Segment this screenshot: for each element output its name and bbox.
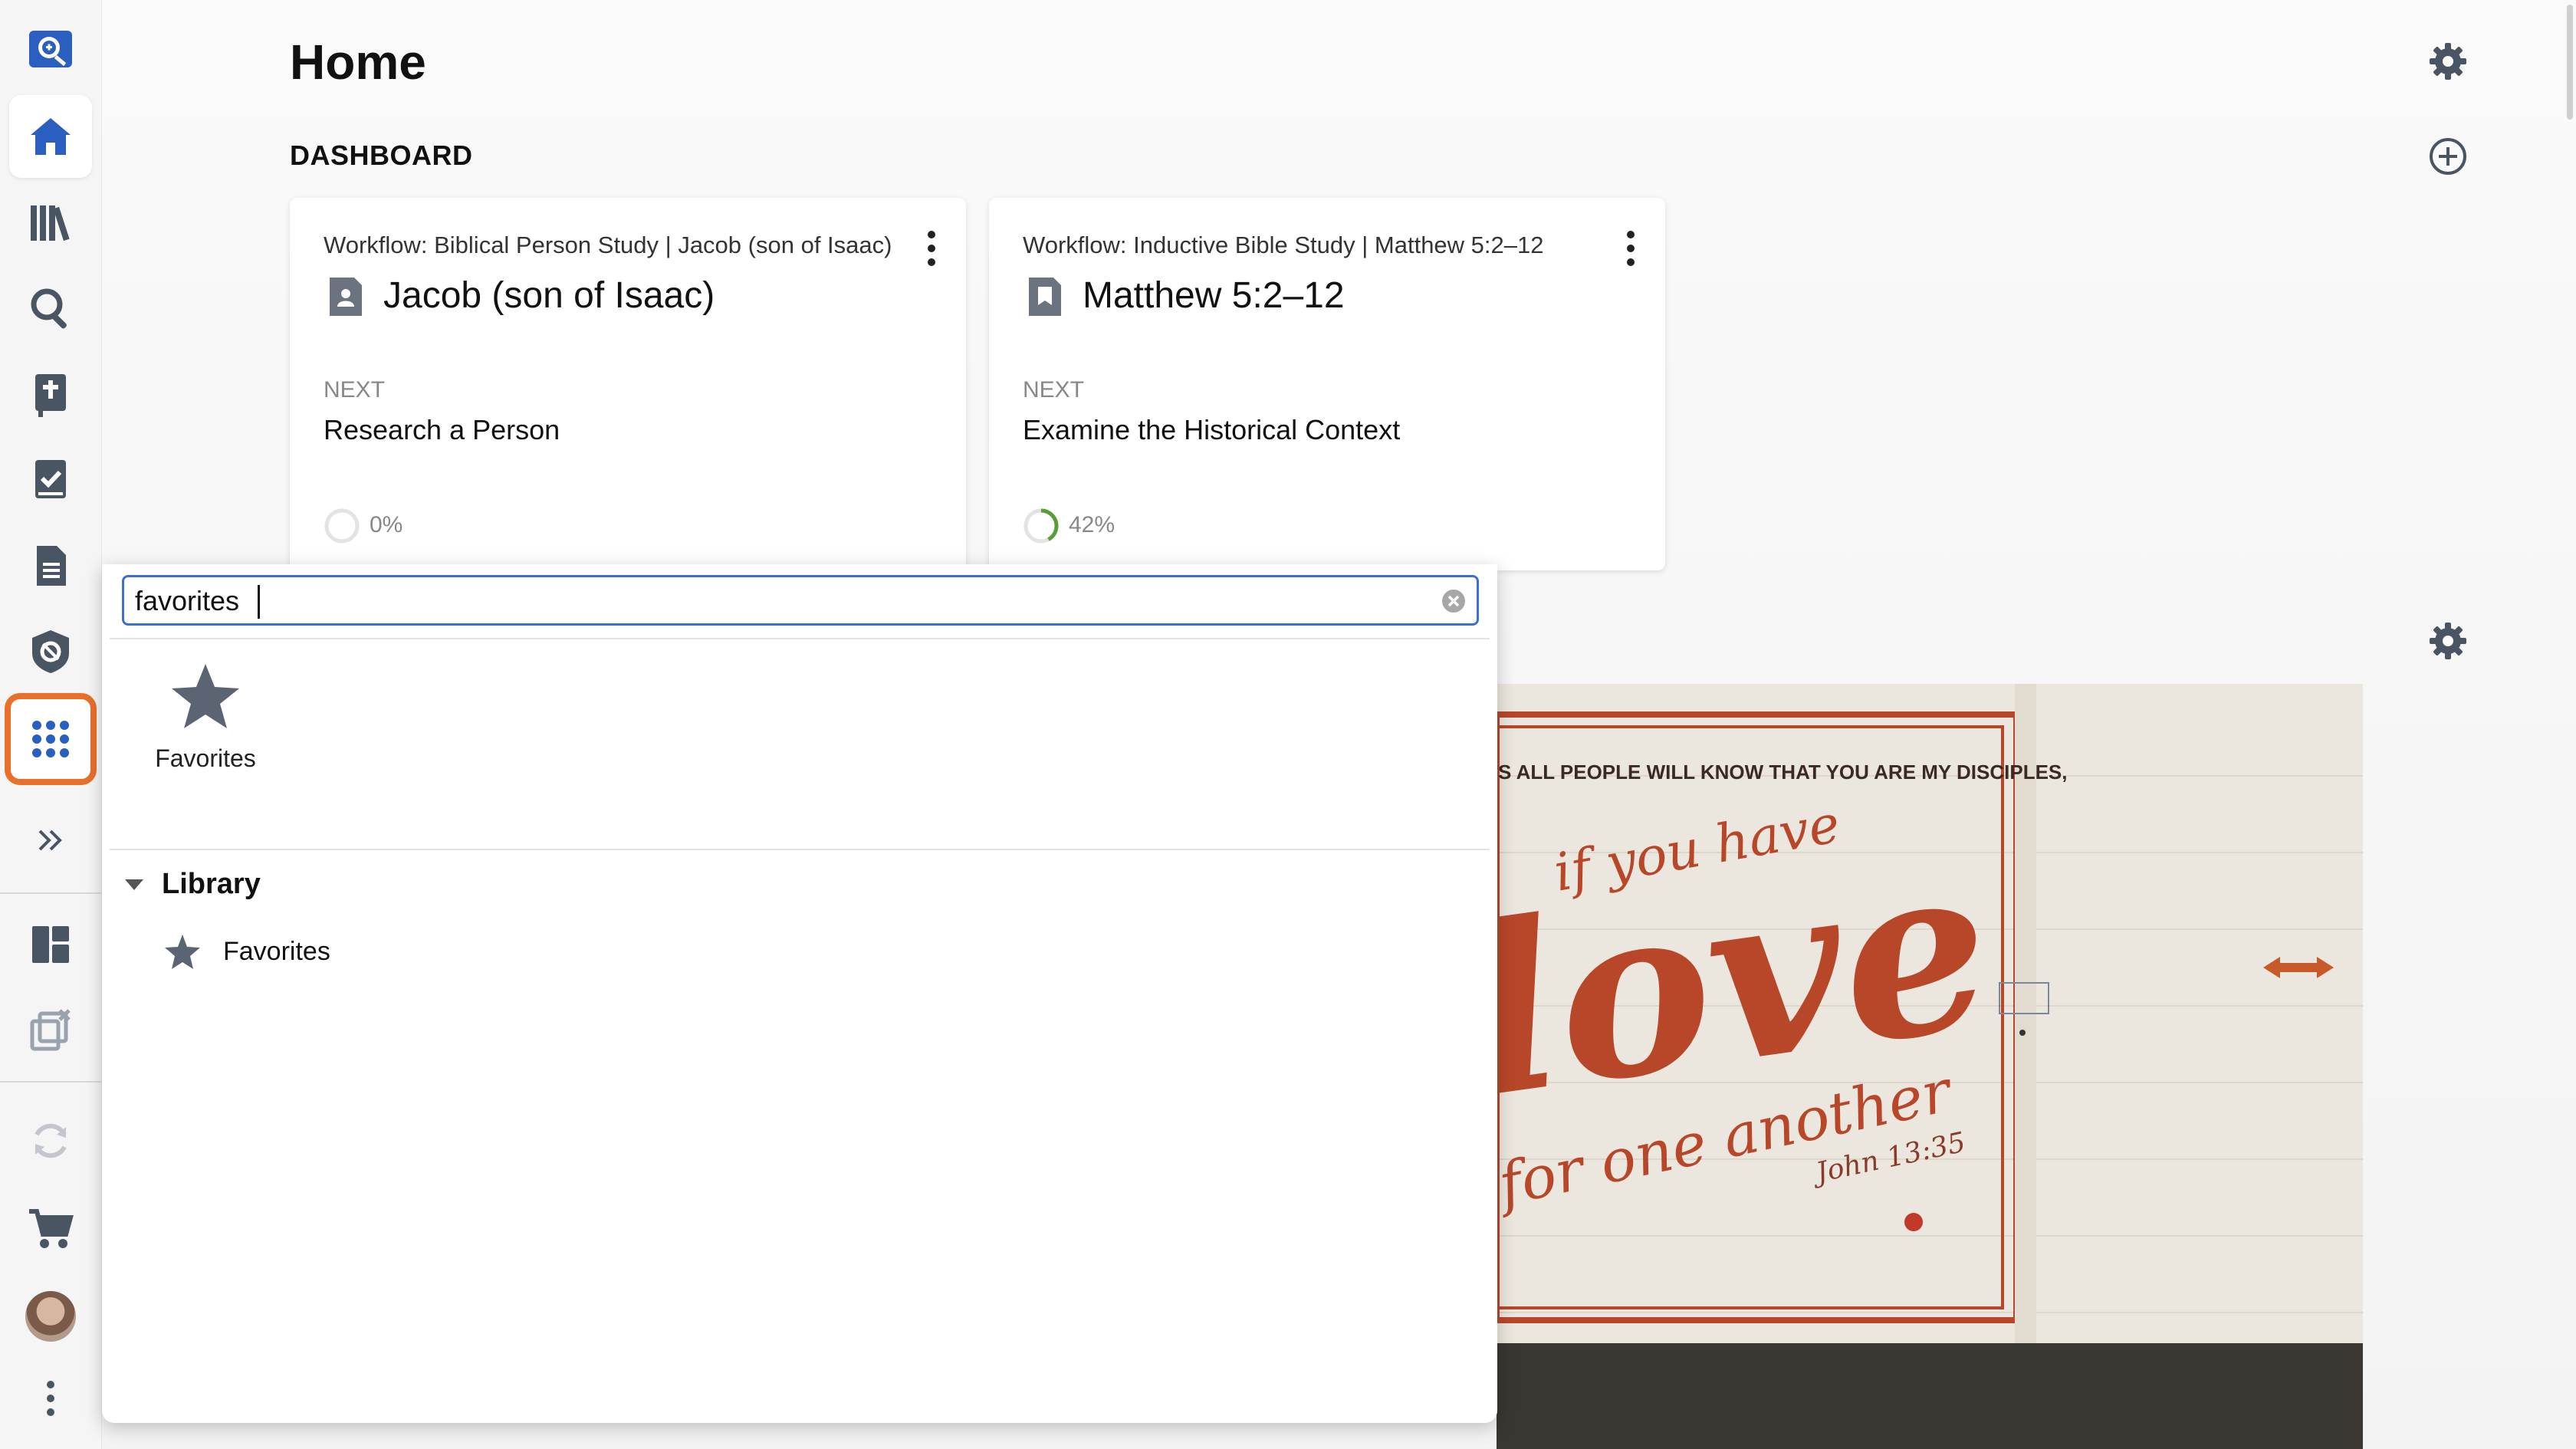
progress-percent: 0% xyxy=(370,512,403,537)
library-group-header[interactable]: Library xyxy=(125,868,261,901)
workflow-name: Jacob (son of Isaac) xyxy=(383,275,715,316)
widget-settings-gear-icon[interactable] xyxy=(2426,619,2469,662)
card-menu-icon[interactable] xyxy=(1619,230,1642,267)
sidebar xyxy=(0,0,102,1449)
tools-grid-icon[interactable] xyxy=(5,693,97,785)
divider xyxy=(110,638,1490,639)
library-icon[interactable] xyxy=(9,181,92,264)
layouts-icon[interactable] xyxy=(9,903,92,986)
collapse-triangle-icon[interactable] xyxy=(125,879,143,890)
expand-icon[interactable] xyxy=(9,799,92,882)
person-document-icon xyxy=(330,278,362,316)
sidebar-divider xyxy=(0,892,102,894)
avatar[interactable] xyxy=(25,1291,76,1342)
next-step[interactable]: Research a Person xyxy=(324,414,560,446)
library-favorites-label: Favorites xyxy=(223,936,330,966)
bible-icon[interactable] xyxy=(9,353,92,435)
close-panels-icon[interactable] xyxy=(9,989,92,1072)
next-label: NEXT xyxy=(1023,377,1085,402)
search-query[interactable]: favorites xyxy=(135,585,239,617)
sidebar-divider-2 xyxy=(0,1081,102,1083)
star-icon xyxy=(165,935,200,969)
clear-search-icon[interactable] xyxy=(1440,587,1467,615)
divider xyxy=(110,849,1490,850)
workflow-title: Workflow: Inductive Bible Study | Matthe… xyxy=(1023,232,1544,258)
scrollbar[interactable] xyxy=(2561,0,2576,1449)
next-step[interactable]: Examine the Historical Context xyxy=(1023,414,1400,446)
workflow-title: Workflow: Biblical Person Study | Jacob … xyxy=(324,232,892,258)
workflows-icon[interactable] xyxy=(9,439,92,521)
sync-icon[interactable] xyxy=(9,1099,92,1182)
search-icon[interactable] xyxy=(9,267,92,350)
dashboard-heading: DASHBOARD xyxy=(290,140,473,171)
verse-image[interactable]: S ALL PEOPLE WILL KNOW THAT YOU ARE MY D… xyxy=(1497,684,2363,1449)
search-input[interactable]: favorites xyxy=(122,575,1479,626)
progress-ring xyxy=(324,508,360,544)
text-caret xyxy=(258,585,260,619)
workflow-name: Matthew 5:2–12 xyxy=(1083,275,1345,316)
library-favorites-item[interactable]: Favorites xyxy=(163,932,330,971)
library-group-title: Library xyxy=(162,868,261,900)
guides-icon[interactable] xyxy=(9,610,92,693)
search-library-icon[interactable] xyxy=(9,9,92,92)
more-icon[interactable] xyxy=(9,1357,92,1440)
favorites-tile-label: Favorites xyxy=(155,744,256,772)
cart-icon[interactable] xyxy=(9,1187,92,1270)
page-title: Home xyxy=(290,34,426,90)
favorites-tile[interactable]: Favorites xyxy=(148,659,263,773)
tools-search-popup: favorites Favorites Library Favorites xyxy=(102,564,1497,1423)
passage-document-icon xyxy=(1029,278,1061,316)
mural-top-text: S ALL PEOPLE WILL KNOW THAT YOU ARE MY D… xyxy=(1498,761,2068,784)
home-icon[interactable] xyxy=(9,95,92,178)
progress-ring xyxy=(1024,508,1059,544)
next-label: NEXT xyxy=(324,377,386,402)
documents-icon[interactable] xyxy=(9,524,92,607)
add-widget-icon[interactable] xyxy=(2426,135,2469,178)
progress-percent: 42% xyxy=(1069,512,1116,537)
workflow-card[interactable]: Workflow: Biblical Person Study | Jacob … xyxy=(290,198,966,570)
settings-gear-icon[interactable] xyxy=(2426,40,2469,83)
workflow-card[interactable]: Workflow: Inductive Bible Study | Matthe… xyxy=(989,198,1665,570)
card-menu-icon[interactable] xyxy=(920,230,943,267)
star-icon xyxy=(172,664,239,728)
